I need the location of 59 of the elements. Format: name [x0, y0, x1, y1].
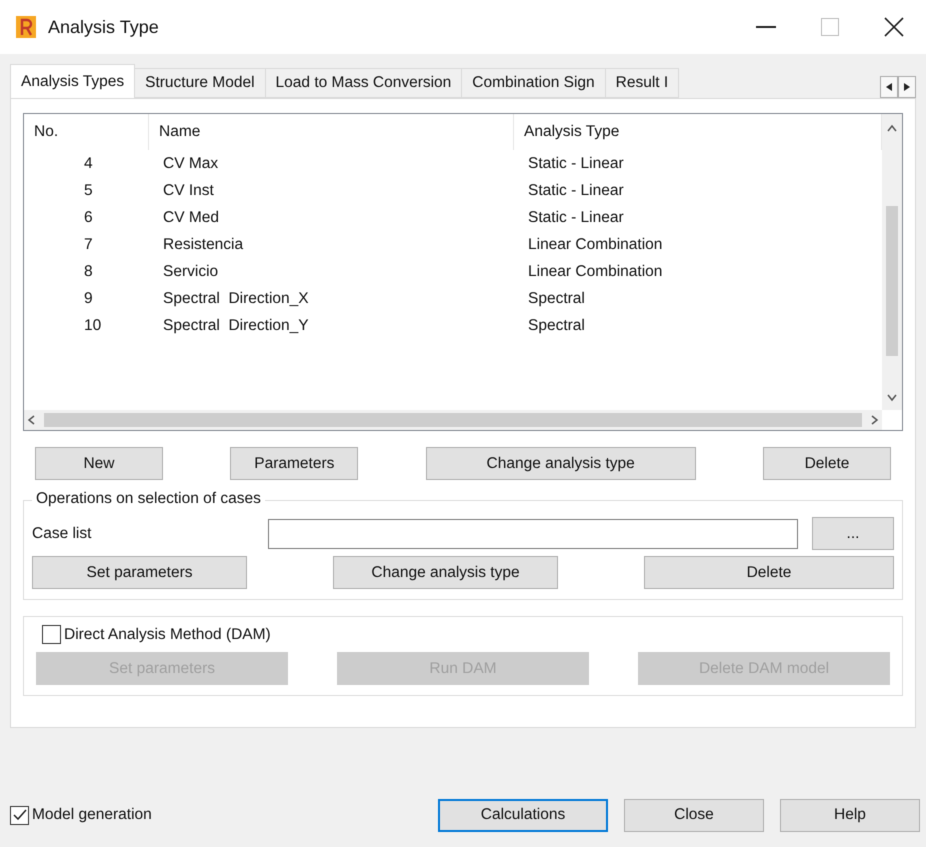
checkbox-label: Direct Analysis Method (DAM) [64, 626, 271, 644]
maximize-icon [821, 18, 839, 36]
table-cell-text: CV Med [162, 208, 220, 226]
tab-scroll-right-button[interactable] [898, 76, 916, 98]
tab[interactable]: Analysis Types [10, 64, 136, 98]
table-cell-text: Spectral [527, 290, 586, 308]
table-cell-text: Spectral Direction_Y [162, 316, 310, 334]
checkbox[interactable] [42, 625, 61, 644]
table-cell-text: Spectral Direction_X [162, 290, 310, 308]
horizontal-scrollbar[interactable] [24, 410, 882, 430]
action-button[interactable]: Change analysis type [333, 556, 558, 589]
table-cell-text: 6 [83, 208, 94, 226]
table-cell-text: Spectral [527, 316, 586, 334]
right-triangle-icon [904, 83, 910, 91]
case-list-field[interactable] [268, 518, 798, 548]
table-cell-text: CV Inst [162, 182, 215, 200]
table-cell-text: Linear Combination [527, 262, 664, 280]
chevron-down-icon [887, 394, 897, 402]
action-button[interactable]: Delete [644, 556, 894, 589]
checkbox[interactable] [10, 806, 29, 824]
table-cell-text: 10 [83, 316, 102, 334]
action-button[interactable]: Set parameters [32, 556, 247, 589]
dialog-button[interactable]: Close [624, 798, 764, 832]
chevron-up-icon [887, 124, 897, 132]
table-cell-text: CV Max [162, 154, 220, 172]
table-cell-text: Static - Linear [527, 182, 625, 200]
browse-button[interactable]: ... [812, 517, 894, 550]
window-title: Analysis Type [48, 16, 160, 38]
table-cell-text: 7 [83, 236, 94, 254]
column-header[interactable]: Name [149, 114, 514, 150]
minimize-icon [756, 26, 776, 28]
action-button[interactable]: New [35, 447, 163, 480]
table-cell-text: 4 [83, 154, 94, 172]
tab-scroll-left-button[interactable] [880, 76, 898, 98]
dialog-button[interactable]: Help [780, 798, 920, 832]
group-title: Operations on selection of cases [32, 490, 265, 508]
dialog-button[interactable]: Calculations [438, 798, 608, 832]
table-cell-text: Servicio [162, 262, 220, 280]
column-header[interactable]: No. [24, 114, 149, 150]
app-logo-icon [16, 16, 36, 38]
action-button[interactable]: Delete [762, 447, 891, 480]
vertical-scrollbar[interactable] [882, 114, 902, 410]
table-cell-text: Static - Linear [527, 208, 625, 226]
case-list-label: Case list [32, 524, 92, 542]
tab[interactable]: Combination Sign [461, 68, 606, 98]
tab[interactable]: Structure Model [134, 68, 266, 98]
table-cell-text: Resistencia [162, 236, 244, 254]
tab[interactable]: Result I [604, 68, 680, 98]
close-icon [884, 17, 904, 37]
checkbox-label: Model generation [32, 806, 153, 824]
table-cell-text: Static - Linear [527, 154, 625, 172]
action-button[interactable]: Parameters [230, 447, 358, 480]
table-cell-text: Linear Combination [527, 236, 664, 254]
action-button[interactable]: Change analysis type [426, 447, 696, 480]
table-cell-text: 9 [83, 290, 94, 308]
tab[interactable]: Load to Mass Conversion [264, 68, 462, 98]
left-triangle-icon [886, 83, 892, 91]
table-cell-text: 8 [83, 262, 94, 280]
table-cell-text: 5 [83, 182, 94, 200]
